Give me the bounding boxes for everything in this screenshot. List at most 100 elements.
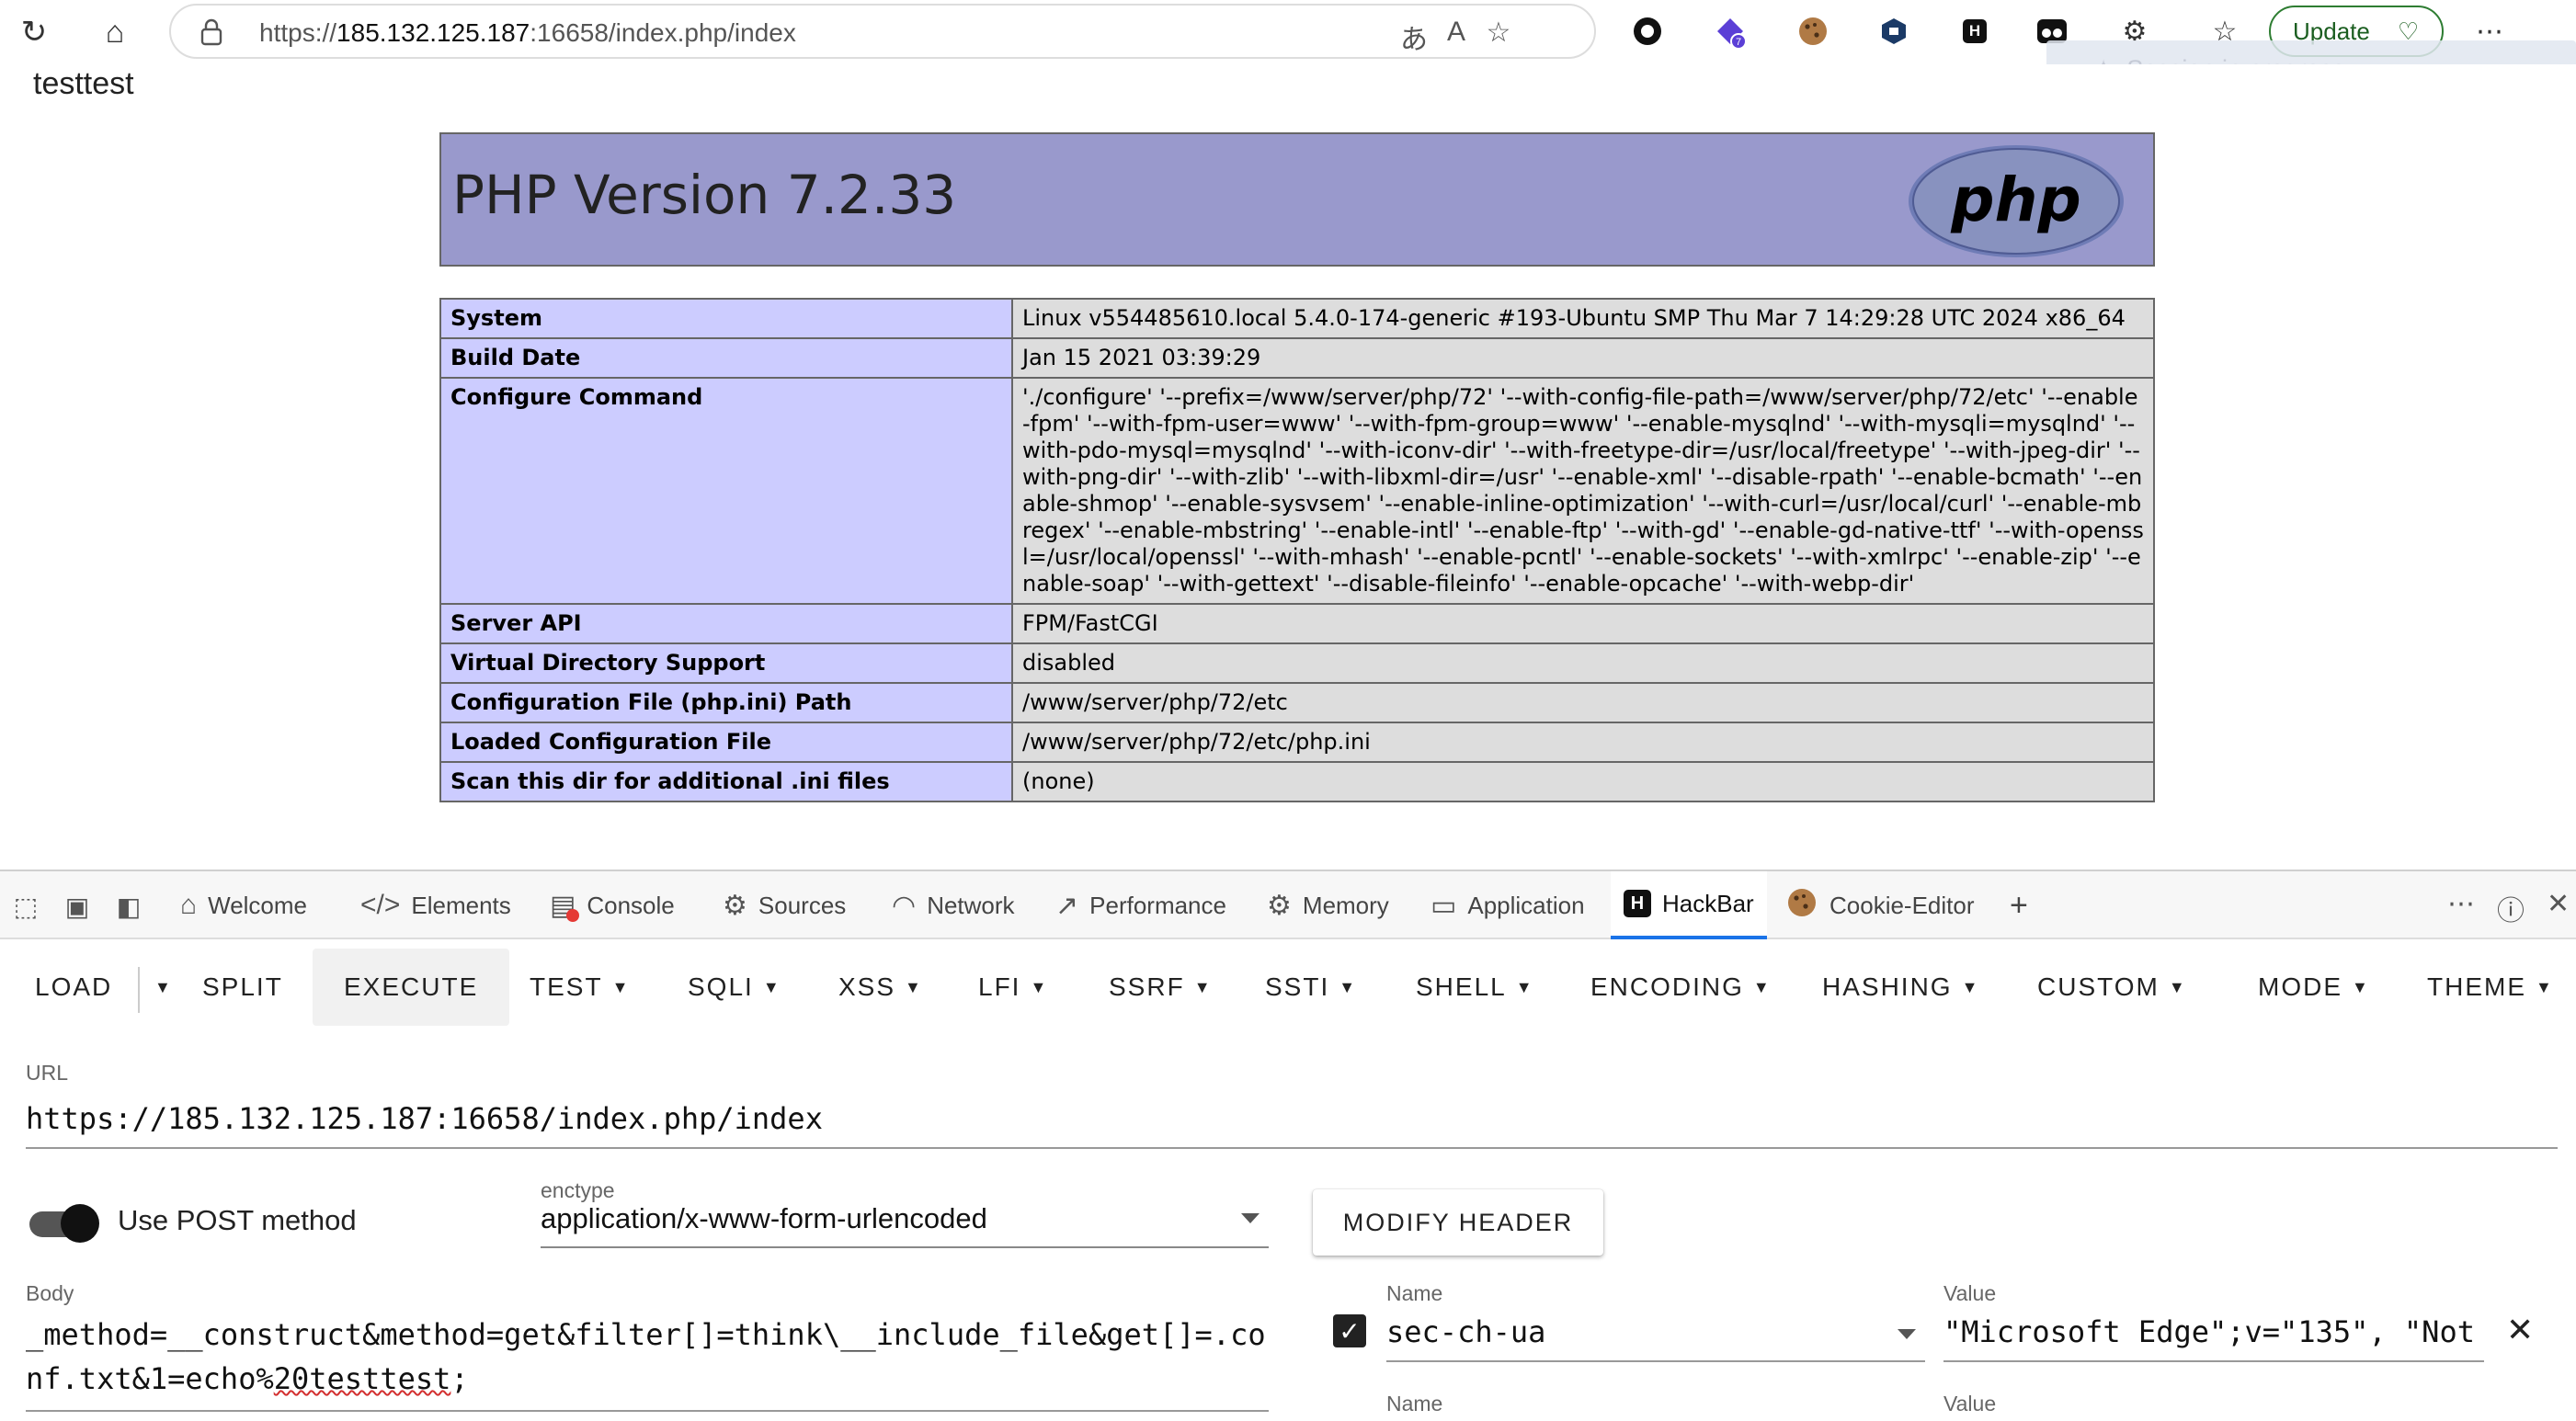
body-textarea[interactable]: _method=__construct&method=get&filter[]=… (26, 1313, 1269, 1412)
header-name-value: sec-ch-ua (1386, 1314, 1546, 1349)
menu-sqli[interactable]: SQLI ▼ (688, 949, 781, 1026)
menu-label: SHELL (1416, 972, 1507, 1001)
page-output-text: testtest (33, 66, 134, 101)
extension-hex-icon[interactable] (1875, 13, 1912, 50)
tab-network[interactable]: ◠ Network (892, 871, 1015, 939)
application-icon: ▭ (1430, 890, 1457, 921)
header-name-input[interactable]: sec-ch-ua (1386, 1314, 1925, 1362)
info-row: System Linux v554485610.local 5.4.0-174-g… (439, 298, 2155, 339)
menu-shell[interactable]: SHELL ▼ (1416, 949, 1534, 1026)
more-tools-icon[interactable]: ⋯ (2447, 888, 2475, 920)
menu-ssti[interactable]: SSTI ▼ (1265, 949, 1357, 1026)
translate-icon[interactable]: あ (1396, 17, 1432, 57)
favorite-star-icon[interactable]: ☆ (1480, 17, 1517, 49)
tab-console[interactable]: ▤ Console (550, 871, 675, 939)
tab-cookie-editor[interactable]: Cookie-Editor (1785, 871, 1975, 939)
lock-icon[interactable] (199, 18, 224, 46)
address-url[interactable]: https://185.132.125.187:16658/index.php/… (259, 18, 796, 48)
body-text-end: ; (450, 1361, 469, 1396)
tab-hackbar[interactable]: H HackBar (1611, 871, 1767, 939)
header-value-label: Value (1943, 1281, 1997, 1305)
info-value: './configure' '--prefix=/www/server/php/… (1011, 377, 2155, 605)
menu-lfi[interactable]: LFI ▼ (978, 949, 1048, 1026)
tab-welcome[interactable]: ⌂ Welcome (180, 871, 307, 939)
home-icon[interactable]: ⌂ (92, 9, 138, 55)
device-toolbar-icon[interactable]: ▣ (59, 892, 96, 923)
gauge-icon: ↗ (1055, 890, 1079, 921)
tab-sources[interactable]: ⚙ Sources (723, 871, 846, 939)
load-options-dropdown[interactable]: ▼ (145, 949, 173, 1026)
caret-down-icon: ▼ (1339, 977, 1358, 996)
tab-label: Welcome (208, 891, 308, 919)
tab-elements[interactable]: </> Elements (360, 871, 511, 939)
header-value-input[interactable]: "Microsoft Edge";v="135", "Not (1943, 1314, 2484, 1362)
cookie-extension-icon[interactable] (1795, 13, 1831, 50)
tab-application[interactable]: ▭ Application (1430, 871, 1585, 939)
load-button[interactable]: LOAD (35, 949, 112, 1026)
header-enabled-checkbox[interactable]: ✓ (1333, 1314, 1366, 1347)
php-header: PHP Version 7.2.33 php (439, 132, 2155, 267)
extension-shield-icon[interactable]: 7 (1712, 13, 1749, 50)
url-input[interactable]: https://185.132.125.187:16658/index.php/… (26, 1101, 2558, 1149)
menu-encoding[interactable]: ENCODING ▼ (1590, 949, 1772, 1026)
caret-down-icon: ▼ (2536, 977, 2554, 996)
caret-down-icon: ▼ (762, 977, 781, 996)
info-key: System (439, 298, 1013, 339)
menu-hashing[interactable]: HASHING ▼ (1822, 949, 1979, 1026)
next-header-name-label: Name (1386, 1392, 1443, 1415)
menu-custom[interactable]: CUSTOM ▼ (2037, 949, 2187, 1026)
menu-label: HASHING (1822, 972, 1953, 1001)
tab-label: Sources (758, 891, 847, 919)
caret-down-icon: ▼ (611, 977, 631, 996)
info-key: Virtual Directory Support (439, 642, 1013, 684)
add-tab-icon[interactable]: + (2010, 871, 2028, 939)
info-key: Server API (439, 603, 1013, 644)
page-title: PHP Version 7.2.33 (452, 164, 957, 226)
split-button[interactable]: SPLIT (202, 949, 283, 1026)
info-key: Build Date (439, 337, 1013, 379)
php-logo-text: php (1950, 165, 2080, 235)
info-row: Loaded Configuration File/www/server/php… (439, 722, 2155, 763)
dropdown-arrow-icon (1898, 1329, 1916, 1339)
hackbar-extension-icon[interactable]: H (1956, 13, 1993, 50)
execute-button[interactable]: EXECUTE (313, 949, 510, 1026)
menu-xss[interactable]: XSS ▼ (838, 949, 923, 1026)
caret-down-icon: ▼ (1193, 977, 1213, 996)
info-value: Linux v554485610.local 5.4.0-174-generic… (1011, 298, 2155, 339)
menu-theme[interactable]: THEME ▼ (2427, 949, 2554, 1026)
caret-down-icon: ▼ (2168, 977, 2187, 996)
post-method-toggle[interactable] (29, 1204, 99, 1243)
close-devtools-icon[interactable]: ✕ (2547, 888, 2570, 920)
body-text: _method=__construct&method=get&filter[]=… (26, 1317, 1266, 1396)
php-info-table: System Linux v554485610.local 5.4.0-174-g… (439, 298, 2155, 802)
caret-down-icon: ▼ (1030, 977, 1049, 996)
menu-label: SPLIT (202, 972, 283, 1001)
tab-memory[interactable]: ⚙ Memory (1267, 871, 1389, 939)
dock-icon[interactable]: ◧ (110, 892, 147, 923)
extension-badge: 7 (1736, 37, 1741, 48)
menu-label: THEME (2427, 972, 2526, 1001)
browser-toolbar: ↻ ⌂ https://185.132.125.187:16658/index.… (0, 0, 2576, 97)
body-text-misspelled: 20testtest (273, 1361, 451, 1396)
enctype-select[interactable]: application/x-www-form-urlencoded (541, 1202, 1269, 1248)
info-row: Configuration File (php.ini) Path/www/se… (439, 682, 2155, 723)
info-value: /www/server/php/72/etc (1011, 682, 2155, 723)
remove-header-icon[interactable]: ✕ (2506, 1311, 2534, 1349)
menu-divider (138, 967, 140, 1013)
address-bar[interactable]: https://185.132.125.187:16658/index.php/… (169, 4, 1596, 59)
menu-label: XSS (838, 972, 896, 1001)
inspect-icon[interactable]: ⬚ (7, 892, 44, 923)
menu-label: LFI (978, 972, 1021, 1001)
menu-label: MODE (2258, 972, 2342, 1001)
menu-label: TEST (530, 972, 603, 1001)
help-icon[interactable]: ⓘ (2497, 888, 2525, 928)
read-aloud-icon[interactable]: A (1438, 17, 1475, 48)
menu-mode[interactable]: MODE ▼ (2258, 949, 2370, 1026)
extension-record-icon[interactable] (1629, 13, 1666, 50)
refresh-icon[interactable]: ↻ (11, 9, 57, 55)
memory-chip-icon: ⚙ (1267, 890, 1292, 921)
modify-header-button[interactable]: MODIFY HEADER (1313, 1189, 1603, 1256)
menu-test[interactable]: TEST ▼ (530, 949, 630, 1026)
menu-ssrf[interactable]: SSRF ▼ (1109, 949, 1213, 1026)
tab-performance[interactable]: ↗ Performance (1055, 871, 1226, 939)
